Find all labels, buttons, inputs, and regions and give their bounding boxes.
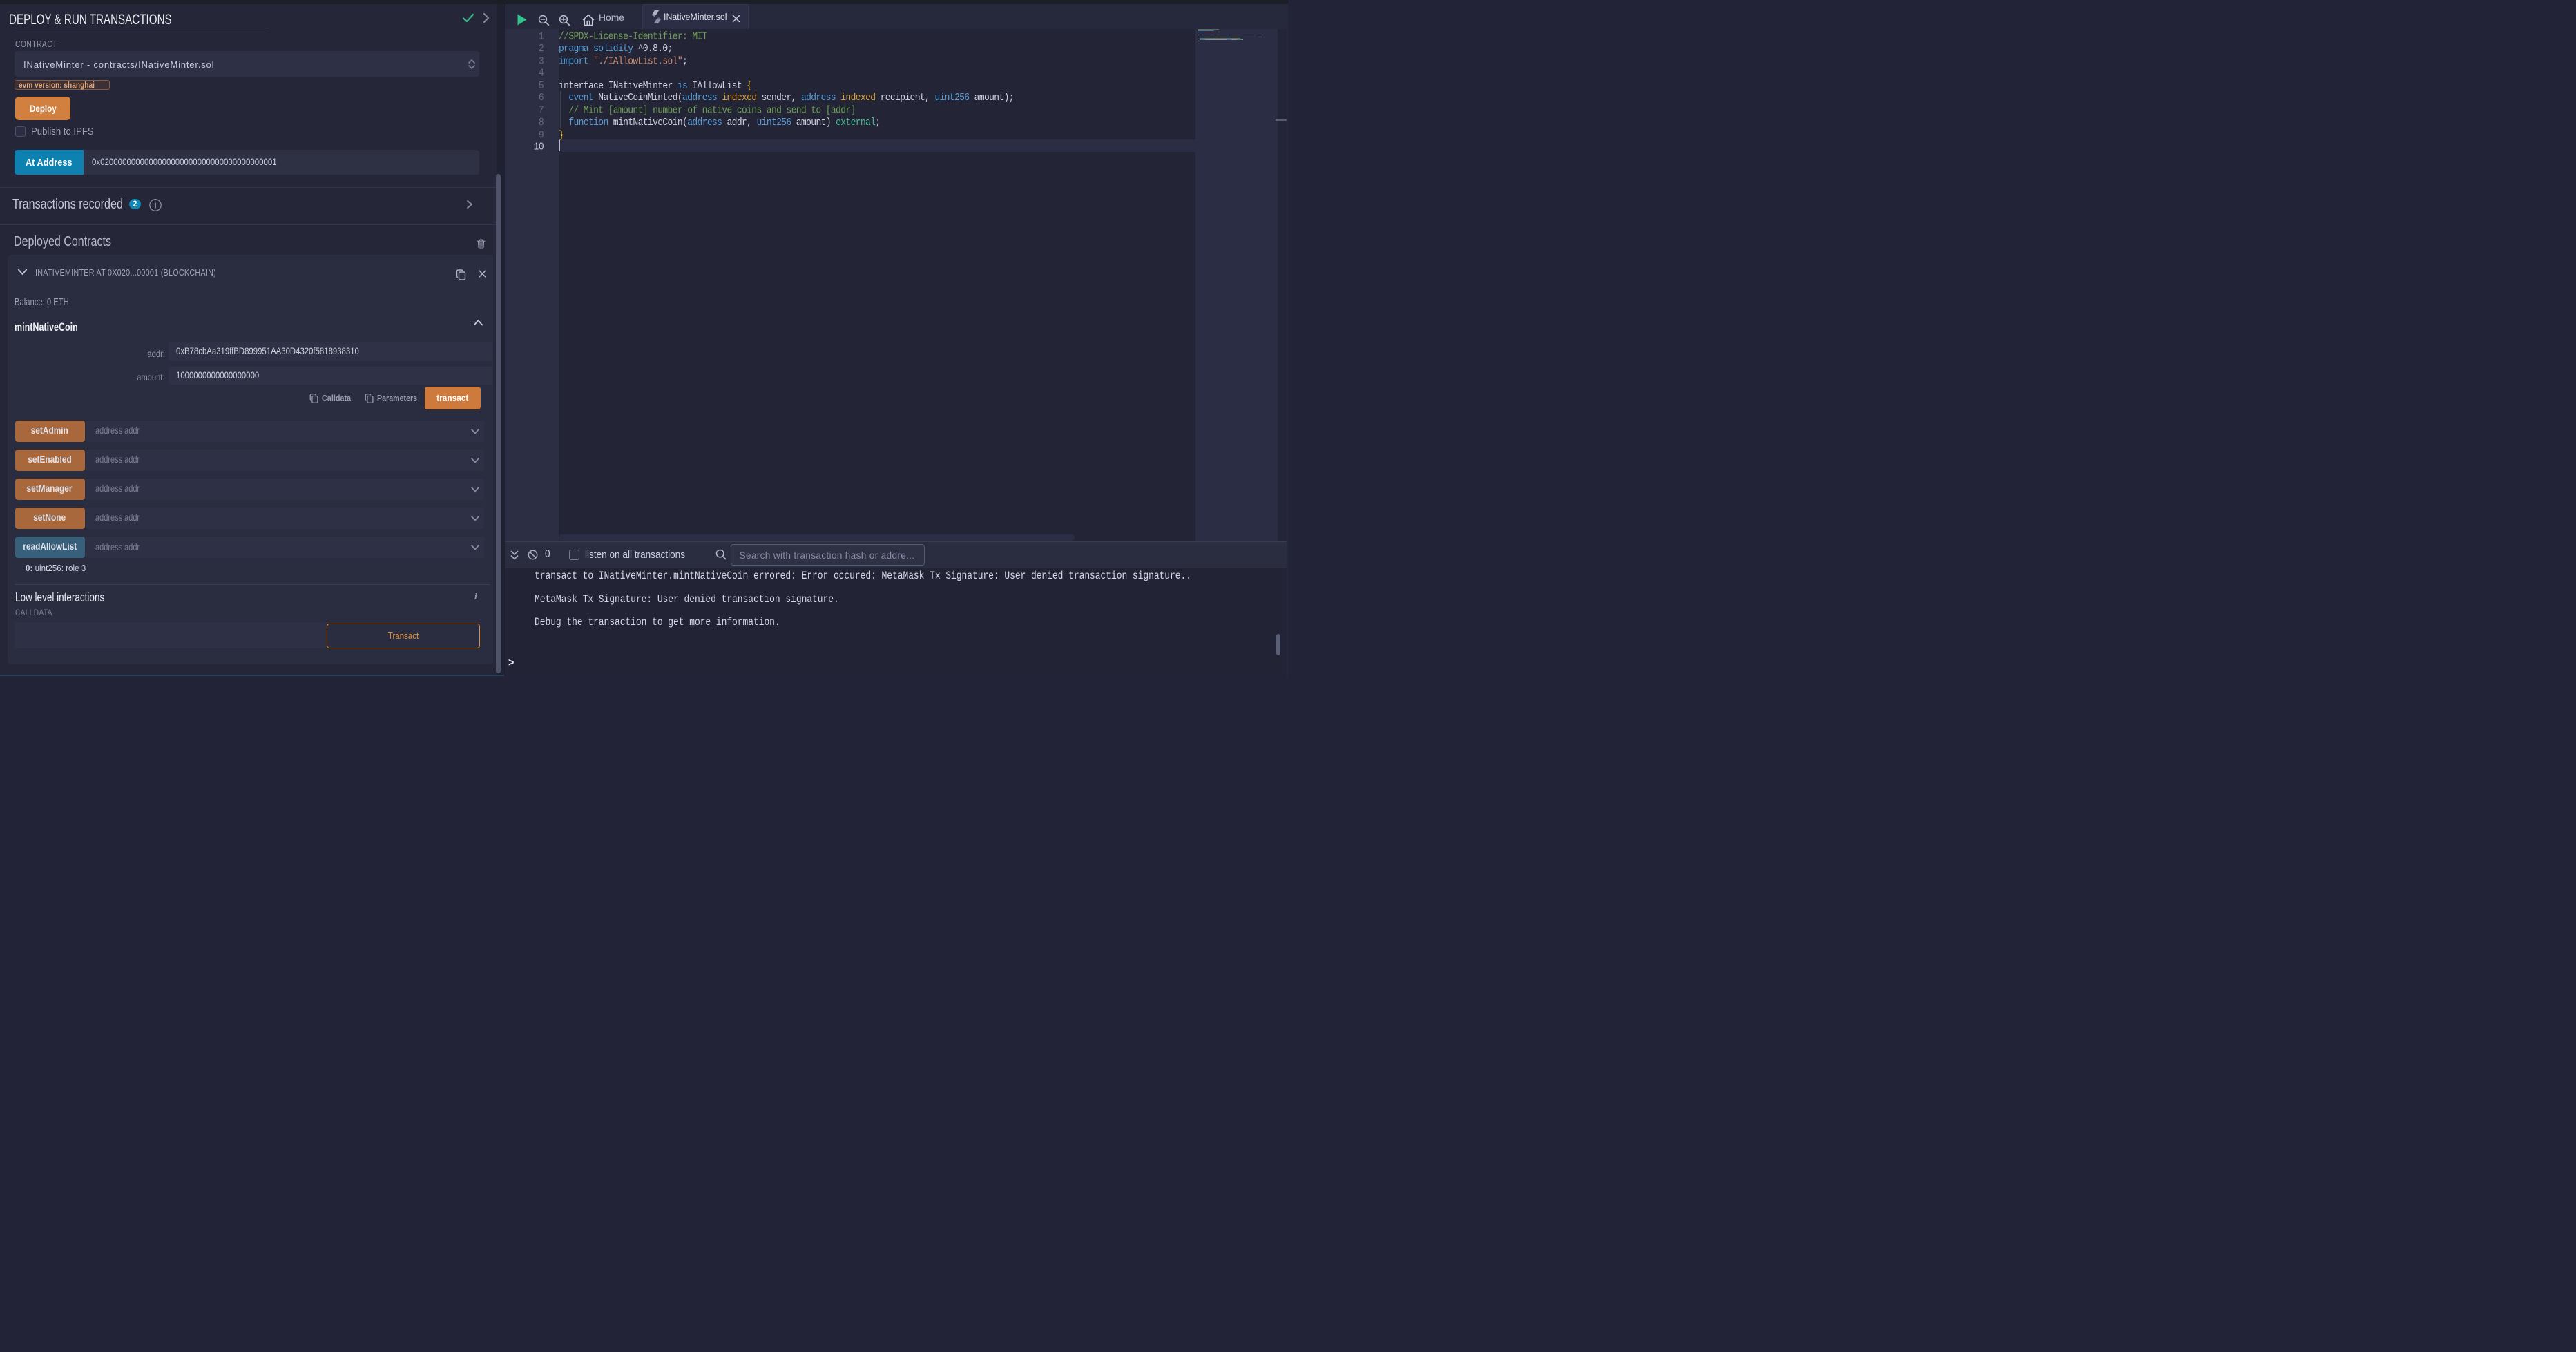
svg-text:i: i — [154, 202, 157, 210]
